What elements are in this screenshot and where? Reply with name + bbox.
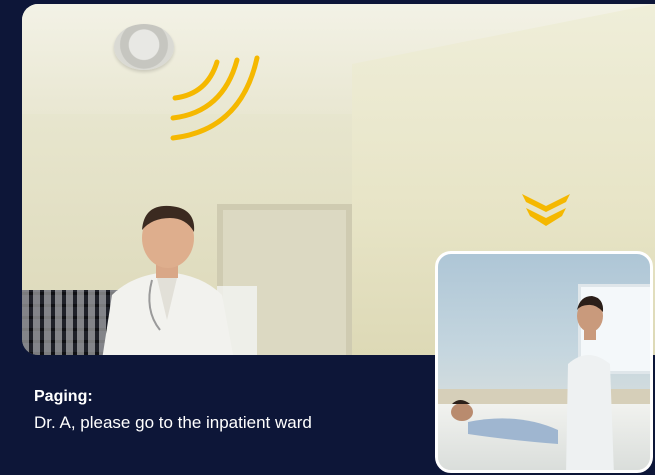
ceiling-speaker bbox=[114, 24, 174, 70]
paging-label: Paging: bbox=[34, 388, 93, 405]
inpatient-ward-photo bbox=[435, 251, 653, 473]
ward-figures bbox=[451, 296, 614, 470]
sound-waves-icon bbox=[170, 55, 260, 141]
doctor-figure bbox=[102, 205, 234, 355]
paging-message: Dr. A, please go to the inpatient ward bbox=[34, 413, 312, 432]
chevron-down-icon bbox=[522, 194, 570, 226]
